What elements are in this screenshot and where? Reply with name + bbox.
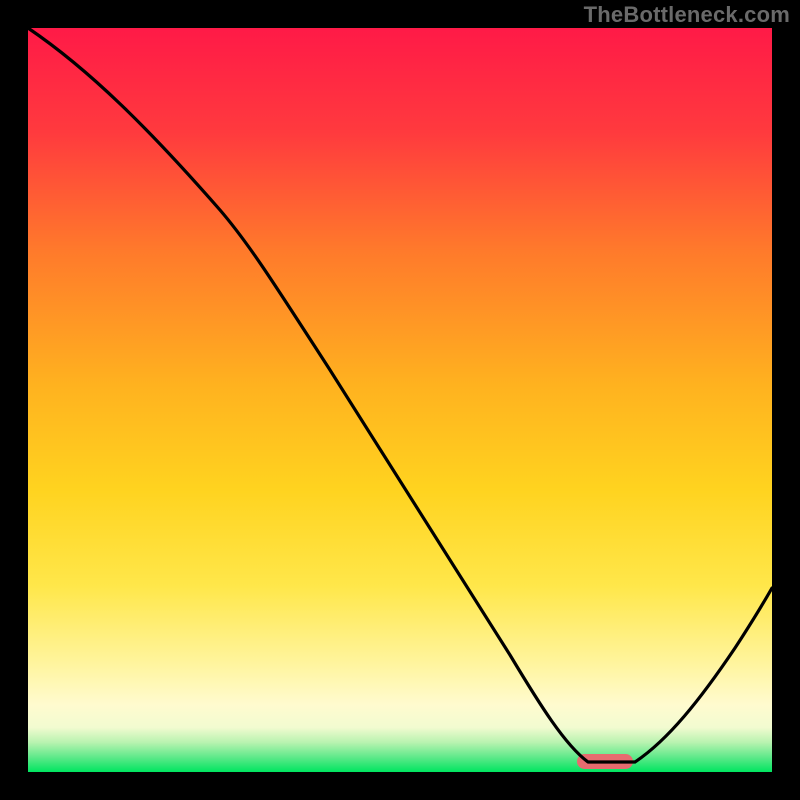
watermark-text: TheBottleneck.com — [584, 2, 790, 28]
plot-background — [28, 28, 772, 772]
plot-area — [28, 28, 772, 772]
chart-container: TheBottleneck.com — [0, 0, 800, 800]
chart-svg — [0, 0, 800, 800]
